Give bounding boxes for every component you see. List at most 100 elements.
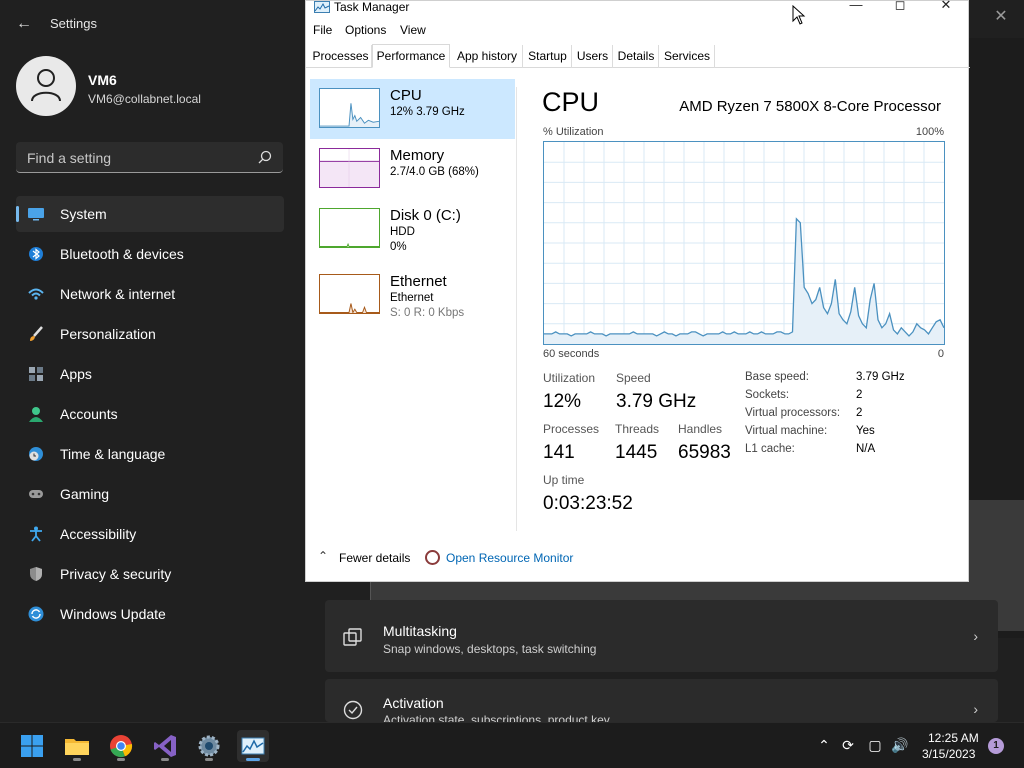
detail-value: N/A xyxy=(856,443,876,455)
menu-options[interactable]: Options xyxy=(345,23,386,37)
back-arrow-icon[interactable]: ← xyxy=(14,14,34,34)
search-input[interactable]: Find a setting xyxy=(16,142,283,173)
notification-badge[interactable]: 1 xyxy=(988,738,1004,754)
nav-item-privacy[interactable]: Privacy & security xyxy=(16,556,284,592)
nav-item-gaming[interactable]: Gaming xyxy=(16,476,284,512)
settings-nav: System Bluetooth & devices Network & int… xyxy=(16,196,284,636)
wifi-icon xyxy=(28,288,44,300)
settings-title: Settings xyxy=(50,16,97,31)
perf-item-name: CPU xyxy=(390,87,422,104)
multitask-icon xyxy=(343,628,362,646)
avatar xyxy=(16,56,76,116)
settings-button[interactable] xyxy=(193,730,225,762)
utilization-value: 12% xyxy=(543,391,582,412)
tab-users[interactable]: Users xyxy=(573,45,613,68)
visual-studio-button[interactable] xyxy=(149,730,181,762)
tm-titlebar[interactable]: Task Manager — ◻ ✕ xyxy=(306,0,970,21)
perf-item-detail: Ethernet xyxy=(390,292,434,304)
handles-value: 65983 xyxy=(678,442,731,463)
perf-item-disk[interactable]: Disk 0 (C:) HDD 0% xyxy=(310,199,515,259)
sync-icon[interactable]: ⟳ xyxy=(839,736,857,754)
start-icon xyxy=(21,735,43,757)
speed-value: 3.79 GHz xyxy=(616,391,697,412)
tab-processes[interactable]: Processes xyxy=(310,45,372,68)
nav-item-apps[interactable]: Apps xyxy=(16,356,284,392)
card-title: Activation xyxy=(383,695,444,711)
card-multitasking[interactable]: Multitasking Snap windows, desktops, tas… xyxy=(325,600,998,672)
perf-item-ethernet[interactable]: Ethernet Ethernet S: 0 R: 0 Kbps xyxy=(310,265,515,325)
clock-date[interactable]: 3/15/2023 xyxy=(922,747,975,761)
nav-label: Bluetooth & devices xyxy=(60,246,184,262)
person-icon xyxy=(29,407,43,422)
active-indicator xyxy=(16,206,19,222)
nav-label: Network & internet xyxy=(60,286,176,302)
memory-thumbnail xyxy=(319,148,380,188)
gamepad-icon xyxy=(29,490,43,498)
perf-item-memory[interactable]: Memory 2.7/4.0 GB (68%) xyxy=(310,139,515,199)
menu-view[interactable]: View xyxy=(400,23,426,37)
card-activation[interactable]: Activation Activation state, subscriptio… xyxy=(325,679,998,722)
nav-label: Windows Update xyxy=(60,606,166,622)
nav-item-system[interactable]: System xyxy=(16,196,284,232)
perf-item-detail: 2.7/4.0 GB (68%) xyxy=(390,166,479,178)
close-icon[interactable]: ✕ xyxy=(923,0,969,15)
fewer-details-link[interactable]: Fewer details xyxy=(339,551,410,565)
cpu-thumbnail xyxy=(319,88,380,128)
detail-value: 2 xyxy=(856,407,863,419)
tab-performance[interactable]: Performance xyxy=(372,44,450,68)
clock-time[interactable]: 12:25 AM xyxy=(928,731,979,745)
minimize-icon[interactable]: — xyxy=(833,0,879,15)
nav-item-time-language[interactable]: Time & language xyxy=(16,436,284,472)
detail-key: Virtual processors: xyxy=(745,407,841,419)
taskbar: ⌃ ⟳ ▢ 🔊 12:25 AM 3/15/2023 1 xyxy=(0,722,1024,768)
volume-icon[interactable]: 🔊 xyxy=(891,736,909,754)
nav-label: Time & language xyxy=(60,446,166,462)
nav-label: Accounts xyxy=(60,406,118,422)
resource-monitor-icon[interactable] xyxy=(425,550,440,565)
detail-value: 2 xyxy=(856,389,863,401)
detail-value: 3.79 GHz xyxy=(856,371,905,383)
tab-startup[interactable]: Startup xyxy=(524,45,572,68)
cpu-model: AMD Ryzen 7 5800X 8-Core Processor xyxy=(679,98,941,115)
nav-item-windows-update[interactable]: Windows Update xyxy=(16,596,284,632)
processes-label: Processes xyxy=(543,422,600,436)
chrome-button[interactable] xyxy=(105,730,137,762)
nav-item-bluetooth[interactable]: Bluetooth & devices xyxy=(16,236,284,272)
mouse-cursor-icon xyxy=(792,5,806,25)
chevron-up-icon[interactable]: ⌃ xyxy=(318,549,328,563)
tab-app-history[interactable]: App history xyxy=(452,45,523,68)
threads-value: 1445 xyxy=(615,442,658,463)
nav-item-personalization[interactable]: Personalization xyxy=(16,316,284,352)
menu-file[interactable]: File xyxy=(313,23,332,37)
shield-icon xyxy=(30,567,42,581)
chevron-up-icon[interactable]: ⌃ xyxy=(815,736,833,754)
perf-item-name: Ethernet xyxy=(390,273,447,290)
task-manager-button[interactable] xyxy=(237,730,269,762)
nav-label: Accessibility xyxy=(60,526,137,542)
settings-close-icon[interactable]: ✕ xyxy=(988,6,1014,28)
tab-details[interactable]: Details xyxy=(614,45,659,68)
detail-key: L1 cache: xyxy=(745,443,795,455)
open-resource-monitor-link[interactable]: Open Resource Monitor xyxy=(446,551,573,565)
cpu-graph xyxy=(543,141,945,345)
apps-icon xyxy=(29,367,43,381)
nav-item-accessibility[interactable]: Accessibility xyxy=(16,516,284,552)
maximize-icon[interactable]: ◻ xyxy=(877,0,923,15)
perf-item-detail: 12% 3.79 GHz xyxy=(390,106,465,118)
nav-item-network[interactable]: Network & internet xyxy=(16,276,284,312)
perf-item-name: Disk 0 (C:) xyxy=(390,207,461,224)
search-placeholder: Find a setting xyxy=(27,150,112,166)
network-icon[interactable]: ▢ xyxy=(866,736,884,754)
perf-item-cpu[interactable]: CPU 12% 3.79 GHz xyxy=(310,79,515,139)
detail-key: Virtual machine: xyxy=(745,425,828,437)
check-circle-icon xyxy=(343,700,363,720)
tab-services[interactable]: Services xyxy=(660,45,715,68)
file-explorer-button[interactable] xyxy=(61,730,93,762)
pane-divider[interactable] xyxy=(516,87,517,531)
ethernet-thumbnail xyxy=(319,274,380,314)
user-profile[interactable]: VM6 VM6@collabnet.local xyxy=(16,56,286,120)
start-button[interactable] xyxy=(16,730,48,762)
nav-item-accounts[interactable]: Accounts xyxy=(16,396,284,432)
cpu-utilization-chart xyxy=(544,142,944,344)
perf-sidebar: CPU 12% 3.79 GHz Memory 2.7/4.0 GB (68%)… xyxy=(310,79,515,539)
